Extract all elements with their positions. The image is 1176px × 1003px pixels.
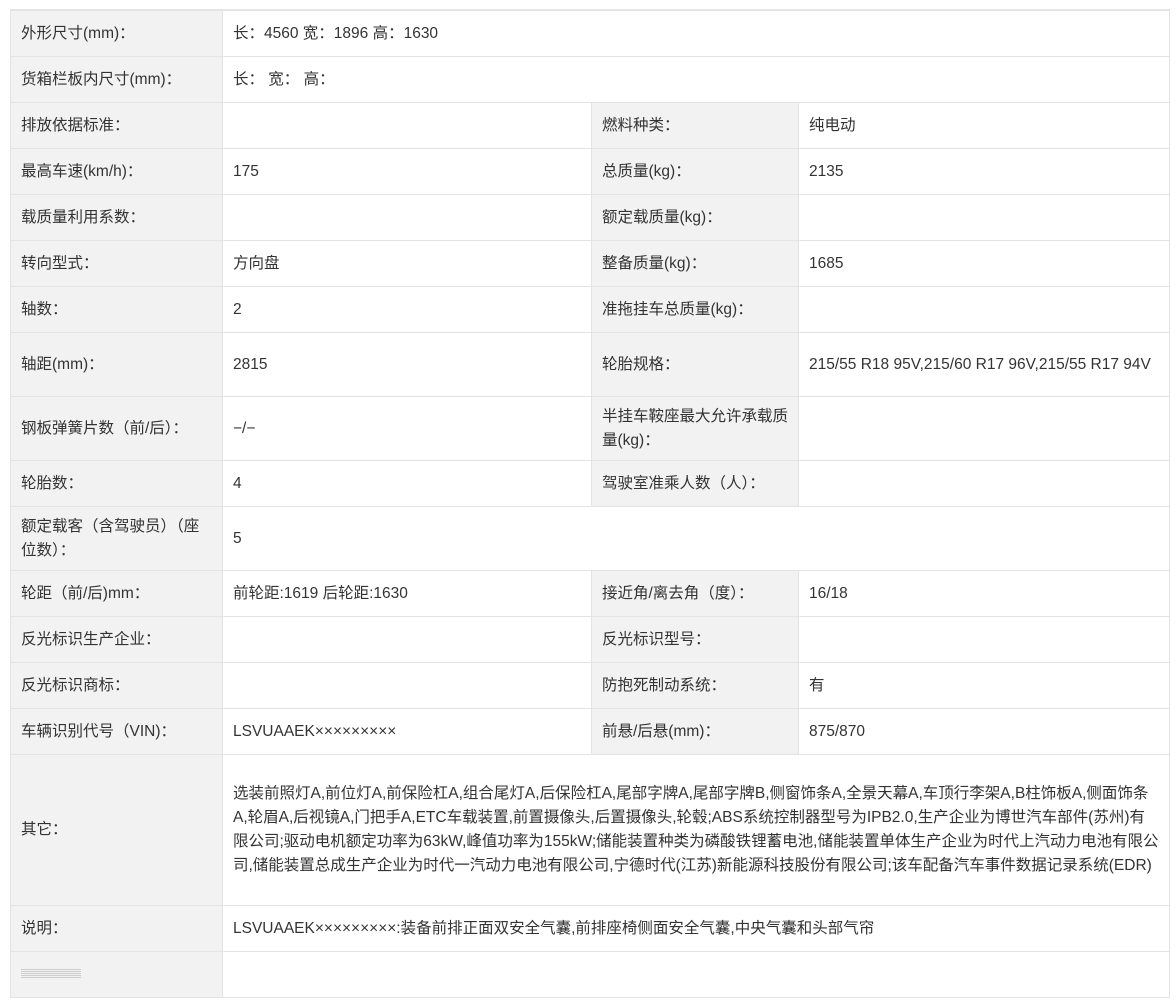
spec-label: 整备质量(kg)：: [591, 240, 799, 287]
spec-value: 前轮距:1619 后轮距:1630: [222, 570, 592, 617]
spec-label: 轮胎规格：: [591, 332, 799, 397]
table-row: 额定载客（含驾驶员）（座位数）： 5: [10, 506, 1171, 571]
spec-label: 轴距(mm)：: [10, 332, 223, 397]
spec-label: 轮胎数：: [10, 460, 223, 507]
spec-label: 前悬/后悬(mm)：: [591, 708, 799, 755]
spec-value: 875/870: [797, 708, 1171, 755]
spec-label: 额定载客（含驾驶员）（座位数）：: [10, 506, 223, 571]
table-row: 说明： LSVUAAEK×××××××××:装备前排正面双安全气囊,前排座椅侧面…: [10, 905, 1171, 952]
spec-value: 5: [221, 506, 1171, 571]
spec-value: LSVUAAEK×××××××××:装备前排正面双安全气囊,前排座椅侧面安全气囊…: [221, 905, 1171, 952]
spec-value: 2: [222, 286, 592, 333]
spec-label: [10, 951, 223, 998]
table-row: 最高车速(km/h)： 175 总质量(kg)： 2135: [10, 148, 1171, 195]
spec-label: 燃料种类：: [591, 102, 799, 149]
spec-label: 总质量(kg)：: [591, 148, 799, 195]
spec-label: 反光标识型号：: [591, 616, 799, 663]
spec-value: 2815: [222, 332, 592, 397]
table-row: 轴距(mm)： 2815 轮胎规格： 215/55 R18 95V,215/60…: [10, 332, 1171, 397]
table-row: 其它： 选装前照灯A,前位灯A,前保险杠A,组合尾灯A,后保险杠A,尾部字牌A,…: [10, 754, 1171, 906]
spec-label: 轮距（前/后)mm：: [10, 570, 223, 617]
table-row: 反光标识商标： 防抱死制动系统： 有: [10, 662, 1171, 709]
spec-value: 1685: [797, 240, 1171, 287]
table-row: 外形尺寸(mm)： 长：4560 宽：1896 高：1630: [10, 10, 1171, 57]
table-row: 轮胎数： 4 驾驶室准乘人数（人）：: [10, 460, 1171, 507]
table-row: 转向型式： 方向盘 整备质量(kg)： 1685: [10, 240, 1171, 287]
spec-label: 准拖挂车总质量(kg)：: [591, 286, 799, 333]
spec-value: 纯电动: [797, 102, 1171, 149]
spec-value: 215/55 R18 95V,215/60 R17 96V,215/55 R17…: [797, 332, 1171, 397]
spec-value: 长：4560 宽：1896 高：1630: [221, 10, 1171, 57]
spec-label: 接近角/离去角（度）：: [591, 570, 799, 617]
spec-label: 驾驶室准乘人数（人）：: [591, 460, 799, 507]
spec-label: 额定载质量(kg)：: [591, 194, 799, 241]
spec-value: 有: [797, 662, 1171, 709]
spec-value: [221, 951, 1171, 998]
spec-label: 车辆识别代号（VIN)：: [10, 708, 223, 755]
spec-value: −/−: [222, 396, 592, 461]
spec-value: 4: [222, 460, 592, 507]
table-row: 排放依据标准： 燃料种类： 纯电动: [10, 102, 1171, 149]
spec-value: [222, 616, 592, 663]
table-row: 轮距（前/后)mm： 前轮距:1619 后轮距:1630 接近角/离去角（度）：…: [10, 570, 1171, 617]
spec-value: 16/18: [797, 570, 1171, 617]
spec-value: 2135: [797, 148, 1171, 195]
vehicle-spec-table: 外形尺寸(mm)： 长：4560 宽：1896 高：1630 货箱栏板内尺寸(m…: [10, 10, 1171, 998]
spec-label: 排放依据标准：: [10, 102, 223, 149]
spec-label: 钢板弹簧片数（前/后）：: [10, 396, 223, 461]
spec-value: [797, 194, 1171, 241]
table-row: 车辆识别代号（VIN)： LSVUAAEK××××××××× 前悬/后悬(mm)…: [10, 708, 1171, 755]
spec-value: [222, 102, 592, 149]
spec-label: 反光标识生产企业：: [10, 616, 223, 663]
blurred-label: [21, 969, 81, 980]
spec-label: 防抱死制动系统：: [591, 662, 799, 709]
spec-value: 长： 宽： 高：: [221, 56, 1171, 103]
spec-label: 货箱栏板内尺寸(mm)：: [10, 56, 223, 103]
spec-value: [222, 662, 592, 709]
spec-label: 转向型式：: [10, 240, 223, 287]
spec-value: [222, 194, 592, 241]
spec-value: 选装前照灯A,前位灯A,前保险杠A,组合尾灯A,后保险杠A,尾部字牌A,尾部字牌…: [221, 754, 1171, 906]
spec-label: 反光标识商标：: [10, 662, 223, 709]
table-row: [10, 951, 1171, 998]
spec-label: 载质量利用系数：: [10, 194, 223, 241]
spec-label: 轴数：: [10, 286, 223, 333]
spec-label: 半挂车鞍座最大允许承载质量(kg)：: [591, 396, 799, 461]
spec-value: [797, 286, 1171, 333]
spec-value: LSVUAAEK×××××××××: [222, 708, 592, 755]
spec-value: [797, 616, 1171, 663]
spec-label: 说明：: [10, 905, 223, 952]
spec-label: 其它：: [10, 754, 223, 906]
table-row: 载质量利用系数： 额定载质量(kg)：: [10, 194, 1171, 241]
table-row: 货箱栏板内尺寸(mm)： 长： 宽： 高：: [10, 56, 1171, 103]
table-row: 钢板弹簧片数（前/后）： −/− 半挂车鞍座最大允许承载质量(kg)：: [10, 396, 1171, 461]
spec-value: [797, 460, 1171, 507]
spec-value: 方向盘: [222, 240, 592, 287]
spec-label: 外形尺寸(mm)：: [10, 10, 223, 57]
spec-value: [797, 396, 1171, 461]
spec-label: 最高车速(km/h)：: [10, 148, 223, 195]
spec-value: 175: [222, 148, 592, 195]
table-row: 反光标识生产企业： 反光标识型号：: [10, 616, 1171, 663]
table-row: 轴数： 2 准拖挂车总质量(kg)：: [10, 286, 1171, 333]
